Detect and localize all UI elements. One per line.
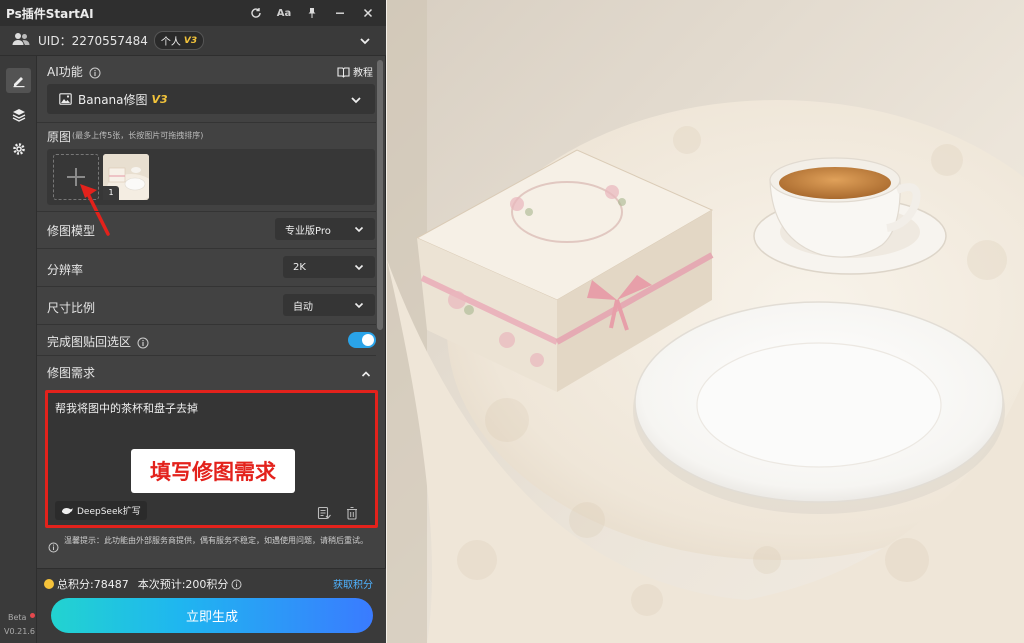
chevron-down-icon (353, 261, 365, 276)
plugin-panel: Ps插件StartAI Aa UID：2270557484 个人 V3 Beta… (0, 0, 386, 643)
deepseek-expand-button[interactable]: DeepSeek扩写 (55, 501, 147, 520)
plan-badge-version: V3 (183, 35, 198, 46)
paste-back-toggle[interactable] (348, 332, 376, 348)
account-bar[interactable]: UID：2270557484 个人 V3 (0, 26, 386, 56)
ai-function-version: V3 (151, 92, 168, 106)
section-divider (37, 355, 376, 356)
coin-icon (44, 579, 54, 589)
chevron-down-icon (353, 299, 365, 314)
section-divider (37, 211, 376, 212)
get-points-link[interactable]: 获取积分 (333, 576, 373, 591)
section-divider (37, 324, 376, 325)
paste-back-label: 完成图贴回选区 (47, 335, 132, 349)
version-label: V0.21.6 (4, 627, 35, 636)
info-icon[interactable] (89, 64, 101, 83)
font-size-icon[interactable]: Aa (270, 0, 298, 26)
info-icon[interactable] (137, 334, 149, 353)
notification-dot (30, 613, 35, 618)
info-icon[interactable] (231, 579, 242, 590)
model-select[interactable]: 专业版Pro (275, 218, 375, 240)
ratio-label: 尺寸比例 (47, 301, 96, 315)
generate-button[interactable]: 立即生成 (51, 598, 373, 633)
template-icon[interactable] (317, 505, 331, 524)
deepseek-label: DeepSeek扩写 (77, 507, 141, 517)
canvas-photo (387, 0, 1024, 643)
section-divider (37, 122, 376, 123)
chevron-down-icon[interactable] (358, 33, 372, 52)
uid-text: UID：2270557484 (38, 34, 148, 48)
section-divider (37, 248, 376, 249)
section-divider (37, 286, 376, 287)
ai-function-value: Banana修图 (78, 92, 148, 107)
ratio-select[interactable]: 自动 (283, 294, 375, 316)
minimize-icon[interactable] (326, 0, 354, 26)
close-icon[interactable] (354, 0, 382, 26)
notice-text: 温馨提示：此功能由外部服务商提供，偶有服务不稳定，如遇使用问题，请稍后重试。 (64, 536, 368, 545)
requirement-label: 修图需求 (47, 366, 96, 380)
users-icon (12, 31, 30, 50)
tutorial-link[interactable]: 教程 (337, 64, 373, 79)
beta-label: Beta (8, 613, 27, 622)
tutorial-label: 教程 (353, 68, 373, 79)
scrollbar[interactable] (377, 60, 383, 330)
ai-function-select[interactable]: Banana修图 V3 (47, 84, 375, 114)
points-summary: 总积分:78487 本次预计:200积分 (44, 576, 242, 592)
pin-icon[interactable] (298, 0, 326, 26)
chevron-down-icon (353, 223, 365, 238)
toggle-knob (362, 334, 374, 346)
plan-badge-label: 个人 (160, 37, 181, 48)
resolution-value: 2K (293, 261, 306, 273)
ai-function-label: AI功能 (47, 65, 83, 79)
ratio-value: 自动 (293, 301, 313, 313)
notice-info-icon (48, 538, 59, 557)
trash-icon[interactable] (346, 505, 358, 524)
gear-icon[interactable] (6, 136, 31, 161)
fill-requirement-callout: 填写修图需求 (131, 449, 295, 493)
sidebar: Beta V0.21.6 (0, 56, 37, 643)
title-bar: Ps插件StartAI Aa (0, 0, 386, 26)
model-value: 专业版Pro (285, 225, 331, 237)
window-controls: Aa (242, 0, 382, 26)
plan-badge: 个人 V3 (153, 31, 205, 50)
image-icon (59, 90, 72, 109)
total-points: 总积分:78487 (57, 578, 129, 591)
estimate-points: 本次预计:200积分 (137, 578, 229, 591)
edit-tool-icon[interactable] (6, 68, 31, 93)
app-title: Ps插件StartAI (6, 6, 94, 21)
resolution-select[interactable]: 2K (283, 256, 375, 278)
model-label: 修图模型 (47, 224, 96, 238)
resolution-label: 分辨率 (47, 263, 84, 277)
chevron-up-icon[interactable] (360, 365, 372, 384)
book-icon (337, 66, 350, 78)
source-image-hint: (最多上传5张，长按图片可拖拽排序) (72, 131, 204, 140)
layers-icon[interactable] (6, 102, 31, 127)
chevron-down-icon (349, 92, 363, 111)
whale-icon (62, 507, 73, 514)
requirement-text: 帮我将图中的茶杯和盘子去掉 (55, 402, 198, 415)
source-image-label: 原图 (47, 130, 72, 144)
refresh-icon[interactable] (242, 0, 270, 26)
